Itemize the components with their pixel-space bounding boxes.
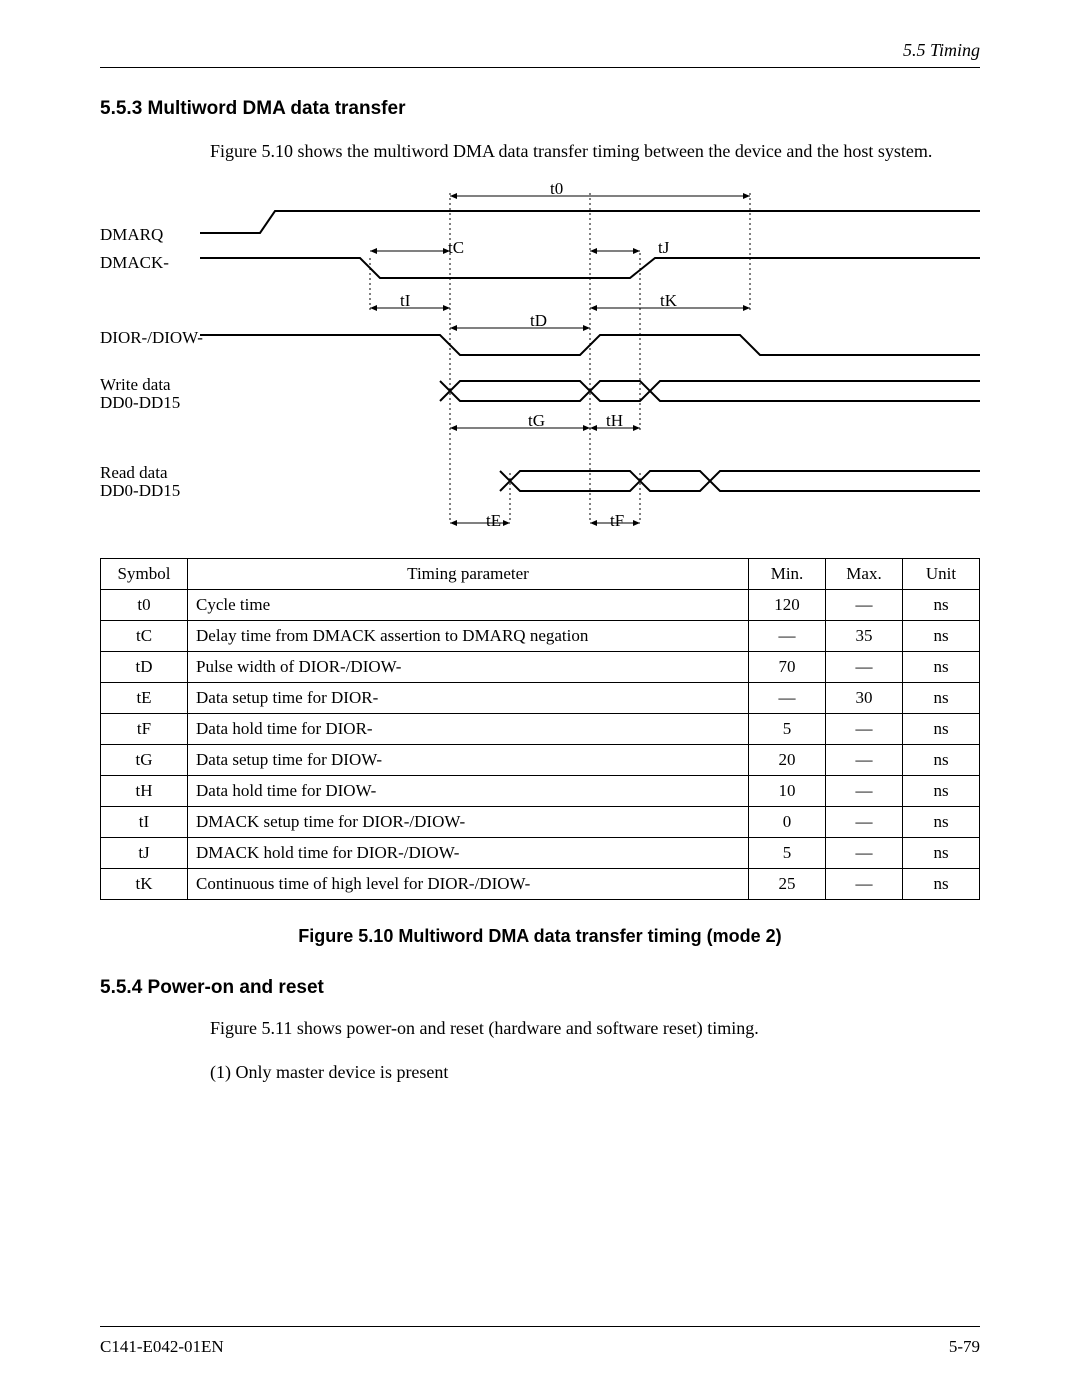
table-row: tCDelay time from DMACK assertion to DMA…: [101, 621, 980, 652]
header-rule: [100, 67, 980, 68]
table-row: tFData hold time for DIOR-5—ns: [101, 714, 980, 745]
timing-svg: [100, 183, 980, 548]
footer-rule: [100, 1326, 980, 1327]
table-row: tKContinuous time of high level for DIOR…: [101, 869, 980, 900]
footer-page-num: 5-79: [949, 1337, 980, 1357]
header-section-label: 5.5 Timing: [100, 40, 980, 61]
th-max: Max.: [826, 559, 903, 590]
page-footer: C141-E042-01EN 5-79: [100, 1326, 980, 1357]
table-row: tDPulse width of DIOR-/DIOW-70—ns: [101, 652, 980, 683]
table-row: tHData hold time for DIOW-10—ns: [101, 776, 980, 807]
table-row: t0Cycle time120—ns: [101, 590, 980, 621]
para-554: Figure 5.11 shows power-on and reset (ha…: [210, 1017, 980, 1040]
th-unit: Unit: [903, 559, 980, 590]
list-item-554-1: (1) Only master device is present: [210, 1061, 980, 1084]
footer-doc-id: C141-E042-01EN: [100, 1337, 224, 1357]
table-header-row: Symbol Timing parameter Min. Max. Unit: [101, 559, 980, 590]
para-553: Figure 5.10 shows the multiword DMA data…: [210, 140, 980, 163]
th-param: Timing parameter: [188, 559, 749, 590]
heading-554: 5.5.4 Power-on and reset: [100, 977, 980, 999]
figure-caption: Figure 5.10 Multiword DMA data transfer …: [100, 926, 980, 947]
table-row: tEData setup time for DIOR-—30ns: [101, 683, 980, 714]
timing-table: Symbol Timing parameter Min. Max. Unit t…: [100, 558, 980, 900]
table-row: tIDMACK setup time for DIOR-/DIOW-0—ns: [101, 807, 980, 838]
heading-553: 5.5.3 Multiword DMA data transfer: [100, 98, 980, 120]
table-row: tJDMACK hold time for DIOR-/DIOW-5—ns: [101, 838, 980, 869]
table-row: tGData setup time for DIOW-20—ns: [101, 745, 980, 776]
timing-diagram: DMARQ DMACK- DIOR-/DIOW- Write data DD0-…: [100, 183, 980, 548]
th-symbol: Symbol: [101, 559, 188, 590]
th-min: Min.: [749, 559, 826, 590]
